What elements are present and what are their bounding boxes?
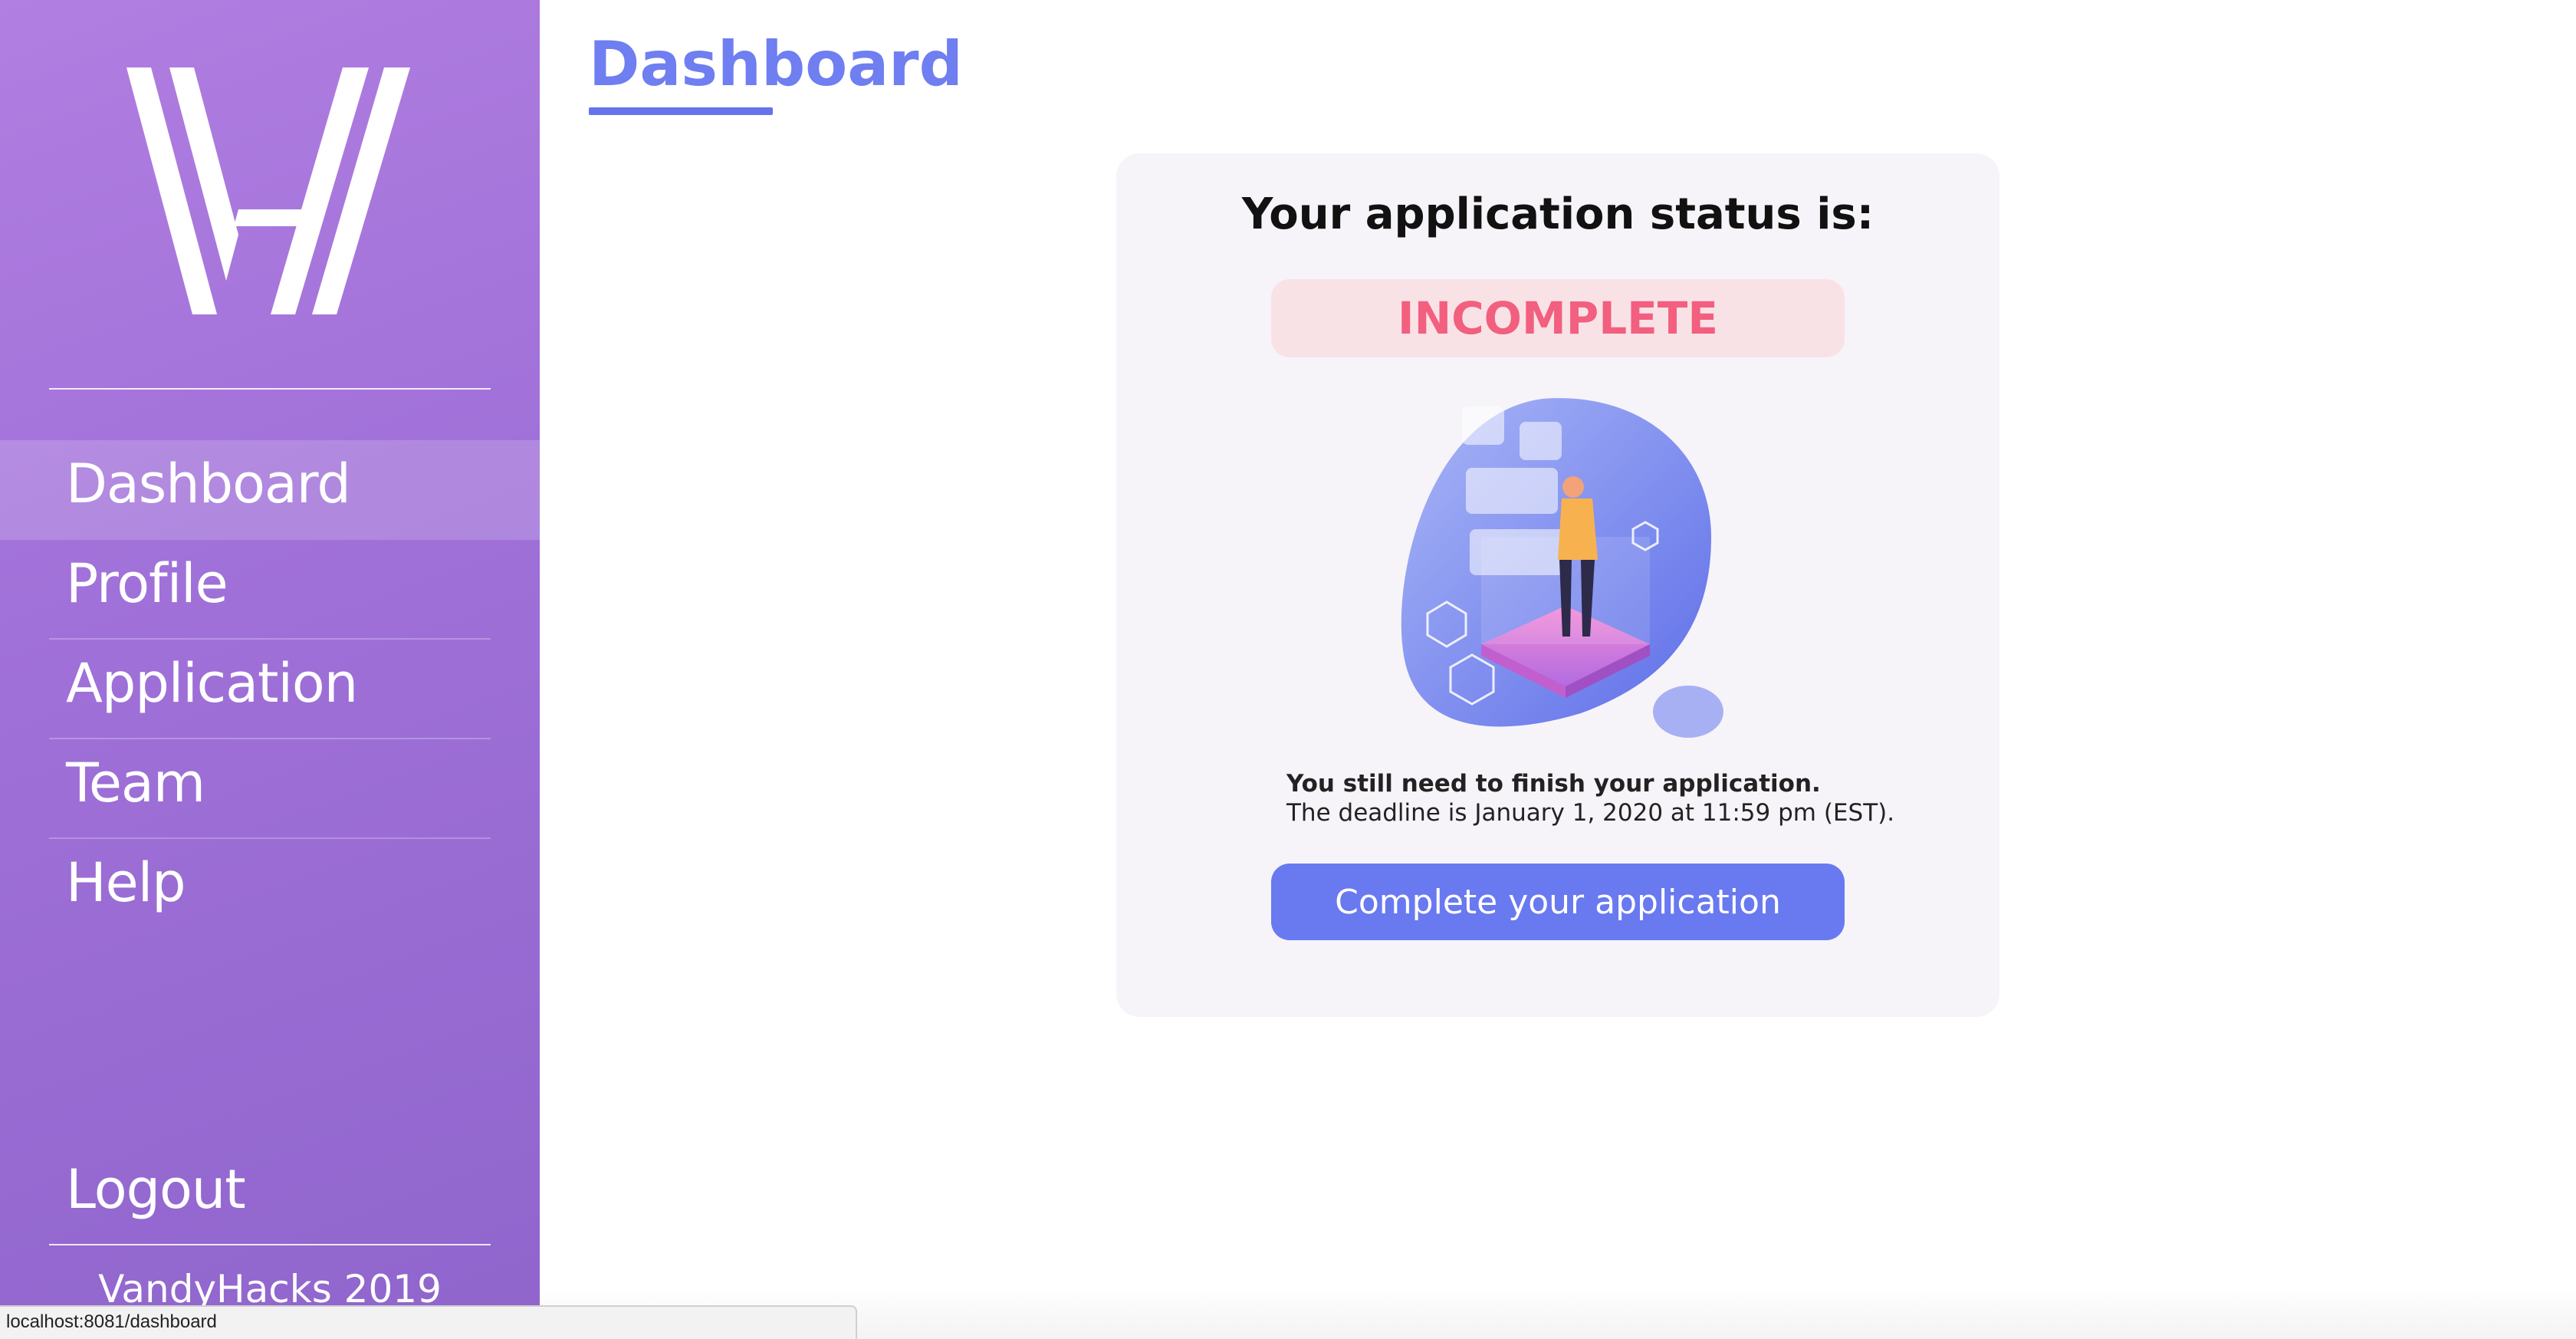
person-with-floating-cards-illustration — [1389, 383, 1734, 744]
sidebar-item-help[interactable]: Help — [0, 839, 540, 939]
page-title: Dashboard — [589, 28, 963, 100]
deadline-message: The deadline is January 1, 2020 at 11:59… — [1286, 799, 1895, 827]
sidebar-item-application[interactable]: Application — [0, 640, 540, 739]
incomplete-message: You still need to finish your applicatio… — [1286, 770, 1821, 798]
status-heading: Your application status is: — [1241, 189, 1875, 239]
sidebar: Dashboard Profile Application Team Help … — [0, 0, 540, 1339]
sidebar-item-profile[interactable]: Profile — [0, 540, 540, 640]
sidebar-item-label: Team — [66, 752, 205, 814]
complete-application-button[interactable]: Complete your application — [1271, 864, 1845, 940]
sidebar-divider — [49, 1244, 491, 1245]
application-status-card: Your application status is: INCOMPLETE Y… — [1116, 153, 1999, 1017]
sidebar-item-label: Dashboard — [66, 452, 351, 515]
sidebar-item-dashboard[interactable]: Dashboard — [0, 440, 540, 540]
app-root: Dashboard Profile Application Team Help … — [0, 0, 2576, 1339]
title-underline — [589, 107, 773, 115]
logout-label: Logout — [66, 1158, 246, 1221]
sidebar-item-label: Profile — [66, 552, 228, 615]
sidebar-item-team[interactable]: Team — [0, 739, 540, 839]
sidebar-item-label: Application — [66, 652, 358, 715]
browser-status-url: localhost:8081/dashboard — [0, 1305, 857, 1339]
status-badge: INCOMPLETE — [1271, 279, 1845, 357]
logout-button[interactable]: Logout — [0, 1146, 540, 1245]
sidebar-divider — [49, 388, 491, 390]
sidebar-item-label: Help — [66, 851, 186, 914]
vandyhacks-logo-icon[interactable] — [127, 67, 410, 314]
